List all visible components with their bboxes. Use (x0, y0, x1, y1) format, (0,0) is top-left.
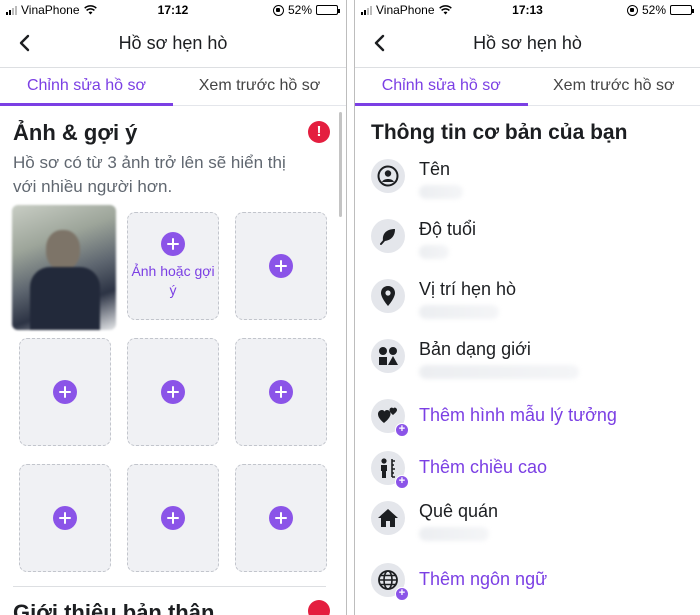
info-row-label: Vị trí hẹn hò (419, 279, 517, 299)
add-photo-slot[interactable] (235, 464, 327, 572)
plus-badge-icon: + (395, 423, 409, 437)
section-title: Ảnh & gợi ý (13, 120, 138, 145)
alert-icon: ! (308, 121, 330, 143)
hidden-value (419, 245, 449, 259)
globe-icon: + (371, 563, 409, 601)
right-phone-screen: VinaPhone 17:13 52% Hồ sơ hẹn hò Chỉnh s… (354, 0, 700, 615)
hearts-icon: + (371, 399, 409, 437)
battery-icon (316, 5, 340, 15)
add-icon (161, 232, 185, 256)
height-icon: + (371, 451, 409, 489)
rotation-lock-icon (626, 4, 638, 16)
tab-edit-profile[interactable]: Chỉnh sửa hồ sơ (0, 68, 173, 106)
add-icon (269, 380, 293, 404)
tab-edit-profile[interactable]: Chỉnh sửa hồ sơ (355, 68, 528, 106)
tab-preview-profile[interactable]: Xem trước hồ sơ (173, 68, 346, 105)
hidden-value (419, 365, 579, 379)
plus-badge-icon: + (395, 587, 409, 601)
scrollbar[interactable] (339, 112, 342, 217)
battery-percent: 52% (641, 3, 666, 17)
add-photo-slot[interactable] (19, 338, 111, 446)
battery-percent: 52% (287, 3, 312, 17)
info-row-gender[interactable]: Bản dạng giới (371, 337, 690, 387)
photo-or-prompt-slot[interactable]: Ảnh hoặc gợi ý (127, 212, 219, 320)
tab-bar: Chỉnh sửa hồ sơ Xem trước hồ sơ (0, 68, 346, 106)
add-photo-slot[interactable] (235, 212, 327, 320)
header: Hồ sơ hẹn hò (0, 20, 346, 68)
next-section-title: Giới thiệu bản thân (13, 600, 215, 615)
info-row-label: Quê quán (419, 501, 499, 521)
leaf-icon (371, 219, 405, 253)
info-row-label: Thêm ngôn ngữ (419, 569, 548, 589)
add-height-button[interactable]: + Thêm chiều cao (371, 449, 690, 499)
info-row-hometown[interactable]: Quê quán (371, 499, 690, 549)
info-row-label: Bản dạng giới (419, 339, 531, 359)
add-icon (269, 254, 293, 278)
add-photo-slot[interactable] (127, 338, 219, 446)
hidden-value (419, 185, 463, 199)
location-pin-icon (371, 279, 405, 313)
add-photo-slot[interactable] (19, 464, 111, 572)
info-row-label: Thêm chiều cao (419, 457, 548, 477)
tab-preview-profile[interactable]: Xem trước hồ sơ (528, 68, 700, 105)
screenshot-separator (347, 0, 354, 615)
info-row-name[interactable]: Tên (371, 157, 690, 207)
add-icon (53, 506, 77, 530)
add-icon (161, 380, 185, 404)
info-row-label: Độ tuổi (419, 219, 477, 239)
status-bar: VinaPhone 17:13 52% (355, 0, 700, 20)
info-row-label: Tên (419, 159, 451, 179)
header: Hồ sơ hẹn hò (355, 20, 700, 68)
add-photo-slot[interactable] (235, 338, 327, 446)
info-row-age[interactable]: Độ tuổi (371, 217, 690, 267)
home-icon (371, 501, 405, 535)
divider (13, 586, 326, 587)
shapes-icon (371, 339, 405, 373)
add-icon (161, 506, 185, 530)
tab-bar: Chỉnh sửa hồ sơ Xem trước hồ sơ (355, 68, 700, 106)
status-bar: VinaPhone 17:12 52% (0, 0, 346, 20)
section-title: Thông tin cơ bản của bạn (371, 121, 628, 144)
section-description: Hồ sơ có từ 3 ảnh trở lên sẽ hiển thị vớ… (13, 153, 286, 196)
left-phone-screen: VinaPhone 17:12 52% Hồ sơ hẹn hò Chỉnh s… (0, 0, 347, 615)
plus-badge-icon: + (395, 475, 409, 489)
alert-icon (308, 600, 330, 615)
person-icon (371, 159, 405, 193)
battery-icon (670, 5, 694, 15)
add-icon (53, 380, 77, 404)
add-icon (269, 506, 293, 530)
hidden-value (419, 305, 499, 319)
add-ideal-type-button[interactable]: + Thêm hình mẫu lý tưởng (371, 397, 690, 447)
page-title: Hồ sơ hẹn hò (473, 33, 582, 53)
add-language-button[interactable]: + Thêm ngôn ngữ (371, 561, 690, 611)
page-title: Hồ sơ hẹn hò (118, 33, 228, 53)
slot-label: Ảnh hoặc gợi ý (131, 263, 215, 298)
info-row-location[interactable]: Vị trí hẹn hò (371, 277, 690, 327)
info-row-label: Thêm hình mẫu lý tưởng (419, 405, 617, 425)
profile-photo[interactable] (12, 205, 116, 330)
hidden-value (419, 527, 489, 541)
rotation-lock-icon (272, 4, 284, 16)
add-photo-slot[interactable] (127, 464, 219, 572)
